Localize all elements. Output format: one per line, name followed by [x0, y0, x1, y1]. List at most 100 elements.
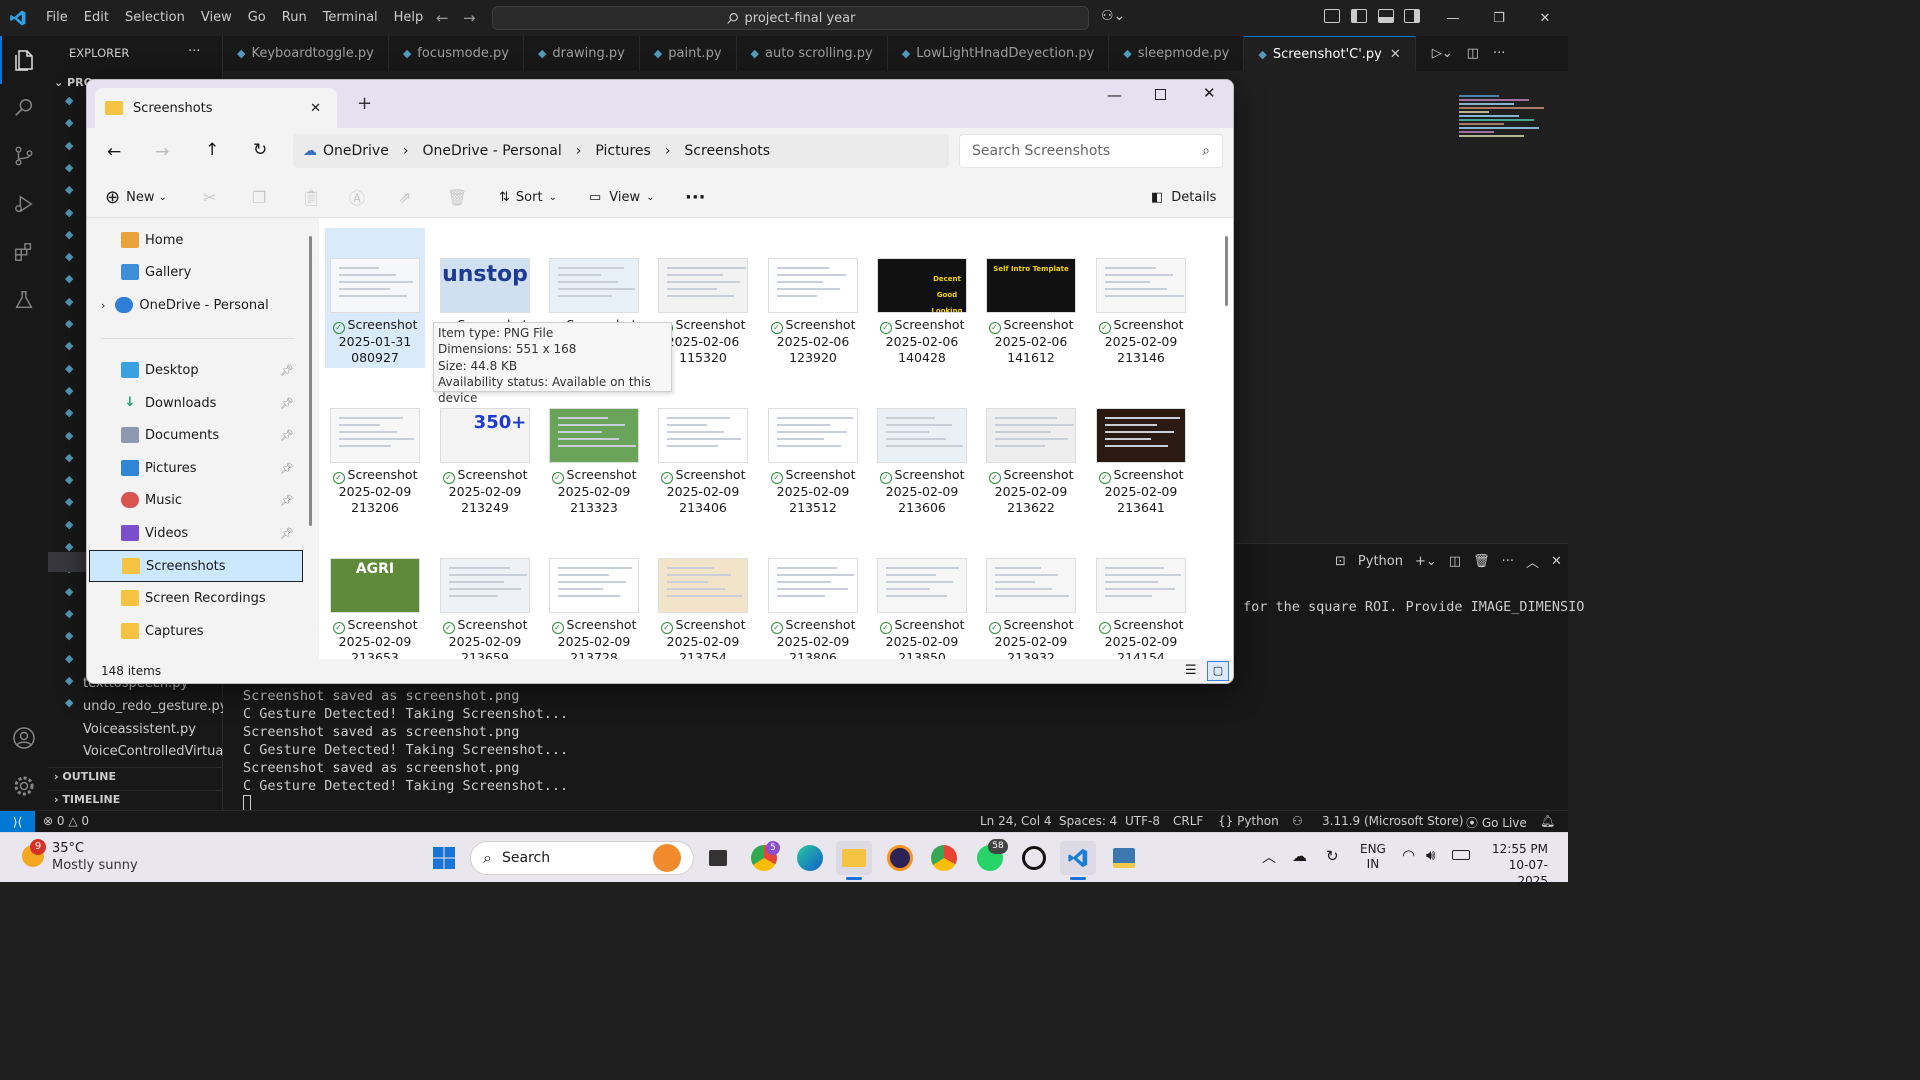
- maximize-panel-icon[interactable]: ︿: [1526, 552, 1539, 571]
- menu-view[interactable]: View: [193, 0, 240, 36]
- back-arrow-icon[interactable]: ←: [436, 9, 449, 27]
- copilot-status-icon[interactable]: ⚇: [1292, 814, 1303, 828]
- sort-button[interactable]: ⇅ Sort ⌄: [499, 176, 557, 218]
- line-ending[interactable]: CRLF: [1173, 814, 1203, 828]
- breadcrumb-onedrive[interactable]: OneDrive: [323, 143, 389, 159]
- tab-paint[interactable]: ◆ paint.py: [640, 36, 737, 71]
- pin-icon[interactable]: 📌︎: [280, 429, 294, 442]
- language-indicator[interactable]: ENG IN: [1360, 842, 1386, 872]
- menu-go[interactable]: Go: [240, 0, 274, 36]
- file-tile[interactable]: ✓ Screenshot 2025-02-09 213406: [653, 378, 753, 516]
- file-item[interactable]: undo_redo_gesture.py: [83, 699, 227, 714]
- paste-icon[interactable]: 📋︎: [301, 176, 321, 218]
- minimize-button[interactable]: —: [1430, 0, 1476, 36]
- cut-icon[interactable]: ✂: [203, 176, 216, 218]
- go-live[interactable]: ⦿ Go Live: [1466, 814, 1527, 831]
- terminal-output[interactable]: Screenshot saved as screenshot.png C Ges…: [243, 687, 568, 811]
- close-tab-icon[interactable]: ✕: [1390, 47, 1401, 62]
- nav-screenshots[interactable]: Screenshots: [89, 550, 303, 582]
- minimap[interactable]: [1459, 93, 1555, 188]
- details-button[interactable]: ◧ Details: [1151, 176, 1216, 218]
- nav-gallery[interactable]: Gallery: [87, 256, 302, 288]
- forward-arrow-icon[interactable]: →: [155, 142, 169, 162]
- pin-icon[interactable]: 📌︎: [280, 462, 294, 475]
- edge-icon[interactable]: [792, 841, 828, 875]
- back-arrow-icon[interactable]: ←: [107, 142, 121, 162]
- task-view-icon[interactable]: [700, 841, 736, 875]
- more-actions-icon[interactable]: ···: [1502, 554, 1514, 569]
- minimize-button[interactable]: —: [1107, 86, 1122, 104]
- menu-help[interactable]: Help: [386, 0, 432, 36]
- forward-arrow-icon[interactable]: →: [463, 9, 476, 27]
- extensions-icon[interactable]: [0, 228, 48, 276]
- notifications-bell-icon[interactable]: 🔔︎: [1540, 814, 1555, 828]
- pin-icon[interactable]: 📌︎: [280, 364, 294, 377]
- windows-start-icon[interactable]: [426, 841, 462, 875]
- share-icon[interactable]: ⇗: [398, 176, 411, 218]
- copilot-icon[interactable]: ⚇⌄: [1101, 8, 1125, 24]
- weather-temp[interactable]: 35°C: [52, 841, 84, 856]
- new-tab-icon[interactable]: +: [357, 93, 372, 114]
- breadcrumb-screenshots[interactable]: Screenshots: [684, 143, 770, 159]
- language-mode[interactable]: {} Python: [1218, 814, 1279, 828]
- maximize-button[interactable]: [1155, 89, 1166, 100]
- more-options-icon[interactable]: ···: [685, 176, 706, 218]
- nav-scrollbar[interactable]: [309, 236, 312, 526]
- file-tile[interactable]: ✓ Screenshot 2025-02-09 213606: [872, 378, 972, 516]
- chatgpt-icon[interactable]: [1016, 841, 1052, 875]
- python-interpreter[interactable]: 3.11.9 (Microsoft Store): [1322, 814, 1464, 828]
- file-grid[interactable]: ✓Screenshot2025-01-31080927unstop✓Screen…: [319, 218, 1233, 659]
- file-tile[interactable]: ✓ Screenshot 2025-02-09 213932: [981, 528, 1081, 659]
- breadcrumb-pictures[interactable]: Pictures: [595, 143, 650, 159]
- menu-terminal[interactable]: Terminal: [315, 0, 386, 36]
- file-tile[interactable]: ✓ Screenshot 2025-02-09 213728: [544, 528, 644, 659]
- file-tile[interactable]: ✓ Screenshot 2025-02-09 213754: [653, 528, 753, 659]
- delete-icon[interactable]: 🗑︎: [447, 176, 467, 218]
- toggle-secondary-sidebar-icon[interactable]: [1404, 9, 1420, 23]
- split-editor-icon[interactable]: ◫: [1467, 46, 1479, 61]
- account-icon[interactable]: [0, 714, 48, 762]
- maximize-button[interactable]: ❐: [1476, 0, 1522, 36]
- trash-icon[interactable]: 🗑: [1473, 554, 1490, 569]
- toggle-panel-icon[interactable]: [1378, 9, 1394, 23]
- cursor-position[interactable]: Ln 24, Col 4: [980, 814, 1052, 828]
- file-tile[interactable]: Decent Good Looking ✓ Screenshot 2025-02-06…: [872, 228, 972, 366]
- pin-icon[interactable]: 📌︎: [280, 527, 294, 540]
- close-tab-icon[interactable]: ✕: [310, 101, 321, 116]
- settings-gear-icon[interactable]: [0, 762, 48, 810]
- onedrive-icon[interactable]: ☁: [1292, 847, 1307, 865]
- details-view-icon[interactable]: ☰: [1185, 663, 1197, 678]
- nav-captures[interactable]: Captures: [87, 615, 302, 647]
- file-tile[interactable]: ✓ Screenshot 2025-02-06 123920: [763, 228, 863, 366]
- menu-edit[interactable]: Edit: [76, 0, 117, 36]
- tab-sleepmode[interactable]: ◆ sleepmode.py: [1109, 36, 1245, 71]
- file-explorer-taskbar-icon[interactable]: [836, 841, 872, 875]
- testing-flask-icon[interactable]: [0, 276, 48, 324]
- file-tile[interactable]: Self Intro Template ✓ Screenshot 2025-02-06…: [981, 228, 1081, 366]
- close-button[interactable]: ✕: [1522, 0, 1568, 36]
- file-item[interactable]: VoiceControlledVirtua...: [83, 744, 236, 759]
- run-icon[interactable]: ▷⌄: [1432, 46, 1453, 61]
- breadcrumb-onedrive-personal[interactable]: OneDrive - Personal: [422, 143, 561, 159]
- tab-focusmode[interactable]: ◆ focusmode.py: [389, 36, 524, 71]
- view-button[interactable]: ▭ View ⌄: [589, 176, 655, 218]
- nav-music[interactable]: Music 📌︎: [87, 484, 302, 516]
- more-actions-icon[interactable]: ···: [1493, 46, 1505, 61]
- tab-auto-scrolling[interactable]: ◆ auto scrolling.py: [737, 36, 888, 71]
- file-tile[interactable]: ✓ Screenshot 2025-02-09 213206: [325, 378, 425, 516]
- chrome-icon[interactable]: [926, 841, 962, 875]
- file-tile[interactable]: ✓ Screenshot 2025-02-09 213512: [763, 378, 863, 516]
- toggle-sidebar-icon[interactable]: [1351, 9, 1367, 23]
- nav-home[interactable]: Home: [87, 224, 302, 256]
- taskbar-search[interactable]: ⌕ Search: [470, 841, 694, 875]
- show-hidden-icons-icon[interactable]: ︿: [1262, 847, 1276, 867]
- menu-run[interactable]: Run: [274, 0, 315, 36]
- tab-drawing[interactable]: ◆ drawing.py: [524, 36, 640, 71]
- tab-lowlight[interactable]: ◆ LowLightHnadDeyection.py: [888, 36, 1110, 71]
- file-tile[interactable]: ✓ Screenshot 2025-02-09 213850: [872, 528, 972, 659]
- volume-icon[interactable]: 🔊︎: [1426, 846, 1435, 864]
- file-tile[interactable]: ✓ Screenshot 2025-02-09 213641: [1091, 378, 1191, 516]
- breadcrumb[interactable]: ☁ OneDrive › OneDrive - Personal › Pictu…: [293, 134, 949, 168]
- nav-pictures[interactable]: Pictures 📌︎: [87, 452, 302, 484]
- pin-icon[interactable]: 📌︎: [280, 397, 294, 410]
